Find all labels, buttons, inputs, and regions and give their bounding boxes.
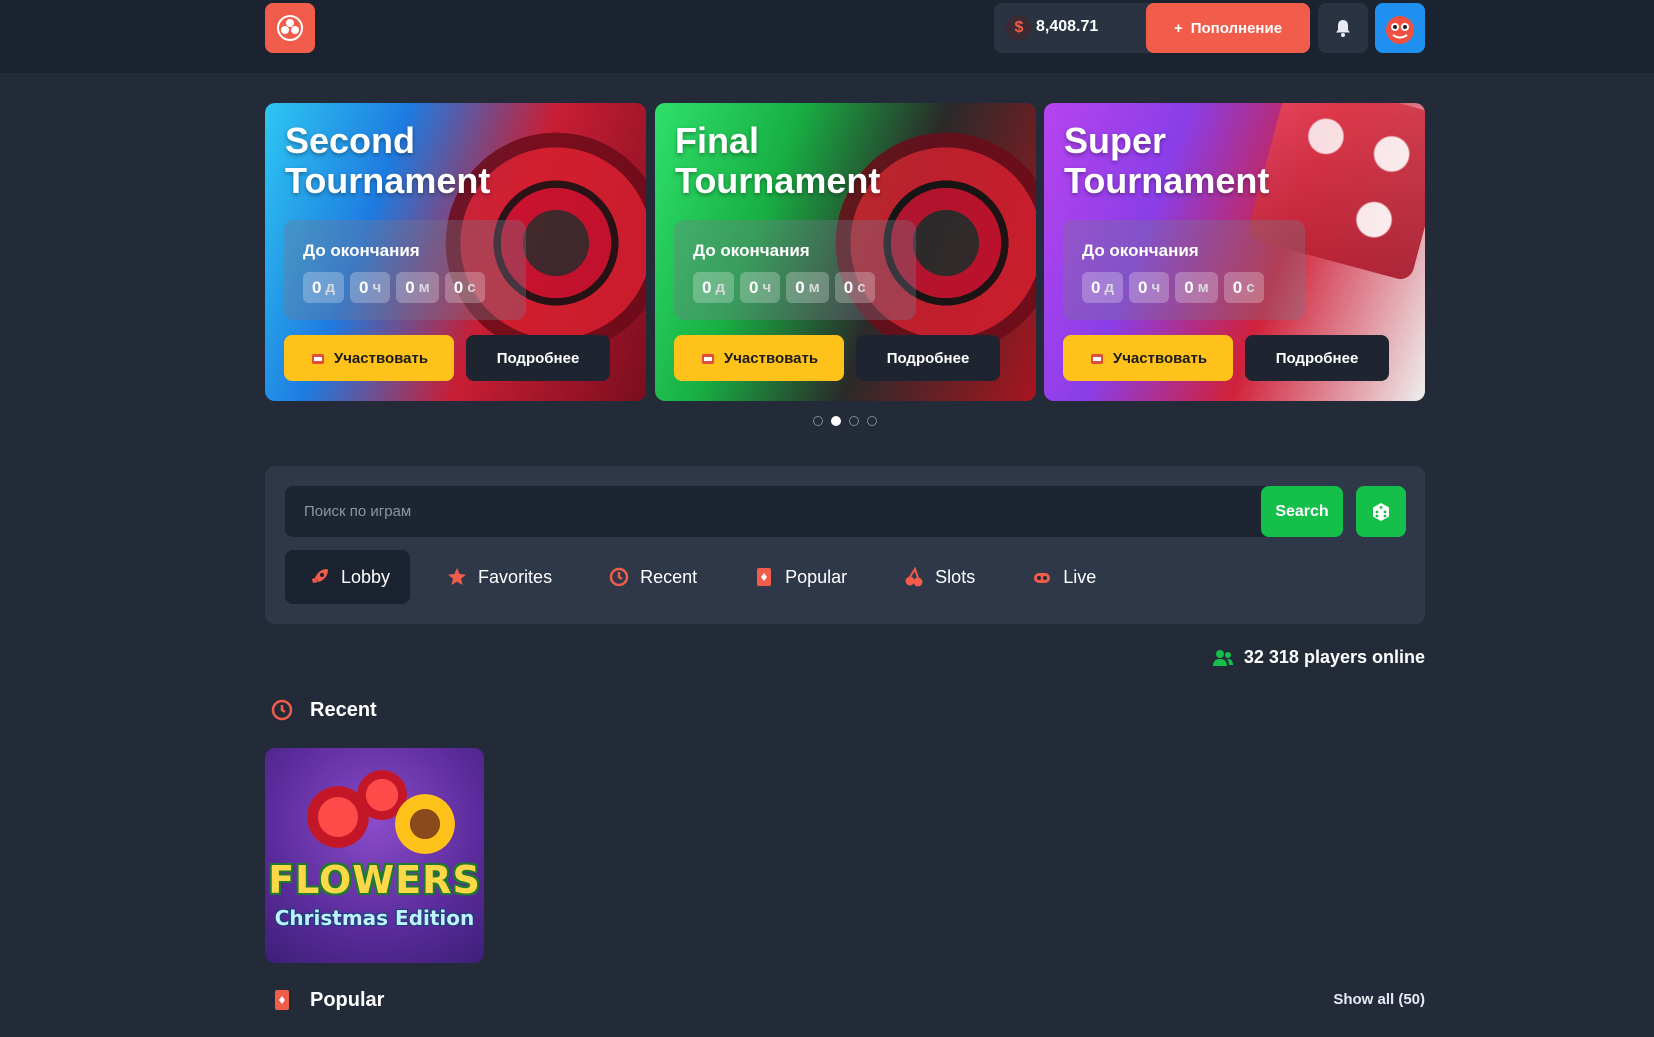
countdown-label: До окончания — [303, 241, 420, 260]
countdown-hours: 0ч — [1129, 272, 1170, 303]
banner-title: Super Tournament — [1064, 120, 1270, 201]
countdown: До окончания 0д 0ч 0м 0с — [284, 220, 526, 320]
slot-machine-icon — [1090, 354, 1103, 364]
banner-title: Second Tournament — [285, 120, 491, 201]
countdown-days: 0д — [1082, 272, 1123, 303]
details-button[interactable]: Подробнее — [1245, 335, 1389, 381]
tab-live[interactable]: Live — [1007, 550, 1116, 604]
online-count: 32 318 players online — [1243, 647, 1425, 667]
tab-label: Lobby — [341, 566, 391, 587]
carousel-dot[interactable] — [813, 416, 823, 426]
countdown-hours: 0ч — [740, 272, 781, 303]
game-subtitle: Christmas Edition — [274, 906, 475, 930]
search-input[interactable] — [285, 486, 1261, 537]
search-box: Search — [285, 486, 1343, 537]
tab-label: Popular — [785, 566, 848, 587]
tournament-banner[interactable]: Final Tournament До окончания 0д 0ч 0м 0… — [655, 103, 1036, 401]
show-all-link[interactable]: Show all (50) — [1333, 991, 1425, 1008]
popular-section-title: Popular — [270, 988, 384, 1012]
users-icon — [1212, 649, 1233, 666]
user-avatar[interactable] — [1375, 3, 1425, 53]
star-icon — [446, 566, 468, 588]
countdown-seconds: 0с — [1223, 272, 1264, 303]
countdown-label: До окончания — [1082, 241, 1199, 260]
tab-label: Live — [1063, 566, 1097, 587]
cards-icon — [275, 990, 289, 1010]
countdown-seconds: 0с — [444, 272, 485, 303]
sunflower-character — [395, 794, 455, 854]
dice-icon — [1373, 502, 1389, 521]
banner-title: Final Tournament — [675, 120, 881, 201]
live-icon — [1031, 566, 1053, 588]
games-panel: Search Lobby Favorites — [265, 466, 1425, 624]
join-button[interactable]: Участвовать — [284, 335, 454, 381]
cherry-icon — [903, 566, 925, 588]
history-icon — [271, 699, 293, 721]
join-button[interactable]: Участвовать — [1063, 335, 1233, 381]
countdown-minutes: 0м — [396, 272, 439, 303]
tab-lobby[interactable]: Lobby — [285, 550, 411, 604]
countdown: До окончания 0д 0ч 0м 0с — [674, 220, 916, 320]
tab-popular[interactable]: Popular — [729, 550, 867, 604]
countdown: До окончания 0д 0ч 0м 0с — [1063, 220, 1305, 320]
carousel-dot-active[interactable] — [831, 416, 841, 426]
countdown-minutes: 0м — [1175, 272, 1218, 303]
rocket-icon — [309, 566, 331, 588]
top-header: $ 8,408.71 + Пополнение — [0, 0, 1654, 73]
tournament-banner[interactable]: Second Tournament До окончания 0д 0ч 0м … — [265, 103, 646, 401]
tab-label: Slots — [935, 566, 976, 587]
countdown-days: 0д — [693, 272, 734, 303]
countdown-hours: 0ч — [350, 272, 391, 303]
cards-icon — [753, 566, 775, 588]
dollar-icon: $ — [1006, 15, 1032, 41]
recent-section-title: Recent — [270, 698, 377, 722]
countdown-minutes: 0м — [786, 272, 829, 303]
tab-favorites[interactable]: Favorites — [422, 550, 572, 604]
wallet: $ 8,408.71 + Пополнение — [994, 3, 1310, 53]
details-button[interactable]: Подробнее — [466, 335, 610, 381]
random-game-button[interactable] — [1356, 486, 1406, 537]
countdown-seconds: 0с — [834, 272, 875, 303]
carousel-dots — [813, 416, 877, 426]
join-button[interactable]: Участвовать — [674, 335, 844, 381]
search-button[interactable]: Search — [1261, 486, 1343, 537]
logo-icon — [277, 15, 303, 41]
tab-recent[interactable]: Recent — [584, 550, 717, 604]
tab-label: Favorites — [478, 566, 553, 587]
balance-amount: 8,408.71 — [1036, 18, 1099, 35]
players-online: 32 318 players online — [1212, 647, 1425, 668]
tab-slots[interactable]: Slots — [879, 550, 995, 604]
avatar-monster-icon — [1386, 16, 1414, 44]
category-tabs: Lobby Favorites Recent Popular Slots Liv… — [285, 550, 1128, 604]
plus-icon: + — [1173, 19, 1183, 37]
carousel-dot[interactable] — [849, 416, 859, 426]
tournament-banner[interactable]: Super Tournament До окончания 0д 0ч 0м 0… — [1044, 103, 1425, 401]
game-card[interactable]: FLOWERS Christmas Edition — [265, 748, 484, 963]
tab-label: Recent — [640, 566, 698, 587]
slot-machine-icon — [311, 354, 324, 364]
logo[interactable] — [265, 3, 315, 53]
details-button[interactable]: Подробнее — [856, 335, 1000, 381]
bell-icon — [1336, 20, 1350, 37]
deposit-button[interactable]: + Пополнение — [1146, 3, 1310, 53]
notifications-button[interactable] — [1318, 3, 1368, 53]
carousel-dot[interactable] — [867, 416, 877, 426]
countdown-label: До окончания — [693, 241, 810, 260]
deposit-label: Пополнение — [1190, 19, 1283, 37]
history-icon — [608, 566, 630, 588]
countdown-days: 0д — [303, 272, 344, 303]
slot-machine-icon — [701, 354, 714, 364]
game-title: FLOWERS — [268, 858, 481, 902]
